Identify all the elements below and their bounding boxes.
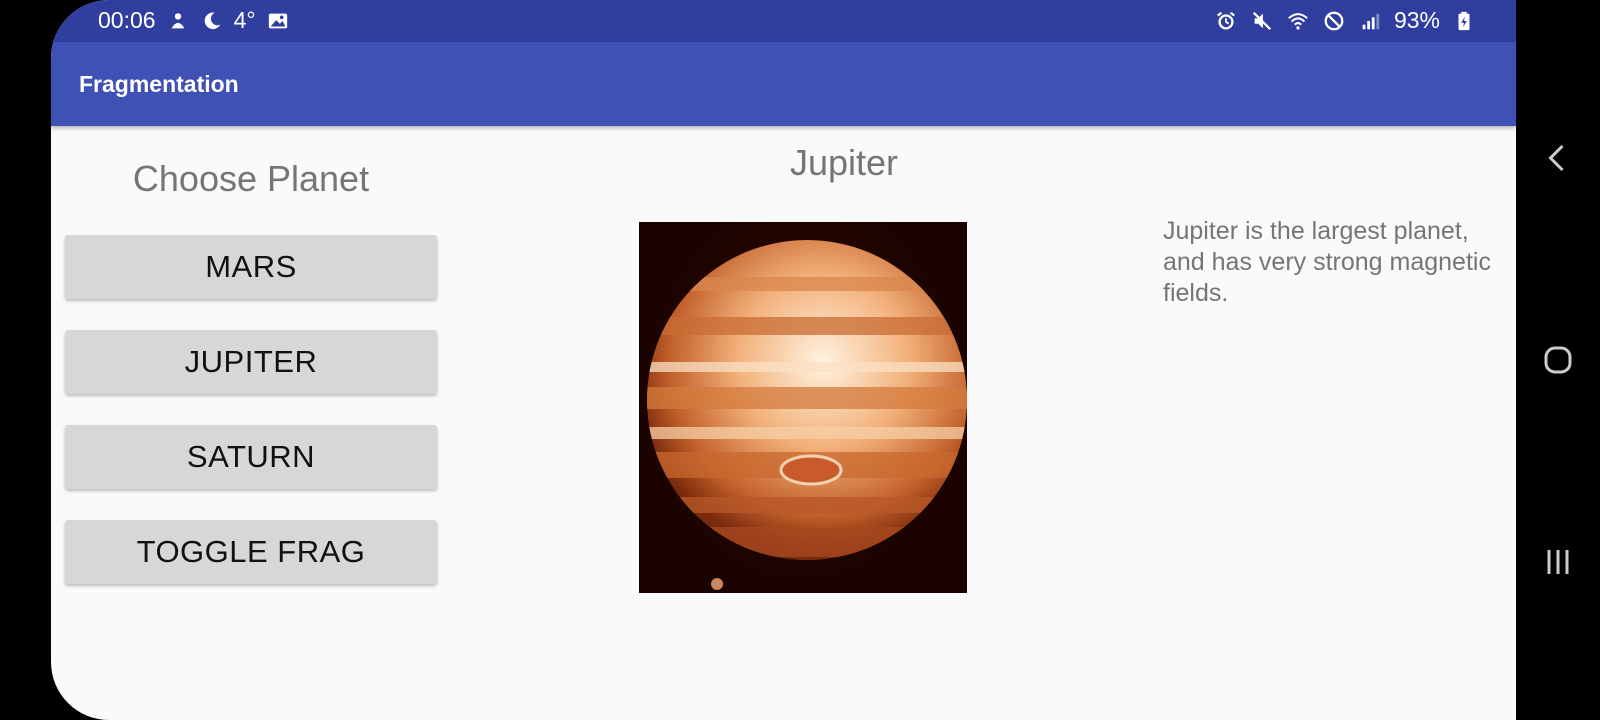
- app-bar: Fragmentation: [51, 42, 1516, 126]
- battery-percent: 93%: [1393, 7, 1440, 33]
- back-icon[interactable]: [1536, 136, 1580, 180]
- planet-image: [639, 222, 967, 593]
- battery-icon: [1452, 8, 1476, 34]
- status-temperature: 4°: [233, 7, 256, 33]
- wifi-icon: [1286, 8, 1310, 34]
- saturn-button[interactable]: SATURN: [65, 425, 437, 489]
- signal-icon: [1358, 8, 1382, 34]
- choose-planet-heading: Choose Planet: [132, 158, 370, 199]
- jupiter-button[interactable]: JUPITER: [65, 330, 437, 394]
- recents-icon[interactable]: [1536, 540, 1580, 584]
- status-left: 00:06 4°: [98, 7, 290, 34]
- home-icon[interactable]: [1536, 338, 1580, 382]
- no-sim-icon: [1322, 8, 1346, 34]
- navigation-bar: [1516, 0, 1600, 720]
- device-screen: 00:06 4° 93% Fragmentation Choose Planet…: [51, 0, 1516, 720]
- mute-icon: [1250, 8, 1274, 34]
- status-bar: 00:06 4° 93%: [51, 0, 1516, 42]
- alarm-icon: [1214, 8, 1238, 34]
- image-icon: [266, 8, 290, 34]
- planet-description: Jupiter is the largest planet, and has v…: [1163, 217, 1491, 307]
- app-title: Fragmentation: [79, 71, 239, 97]
- moon-icon: [200, 8, 224, 34]
- planet-list-fragment: Choose Planet MARS JUPITER SATURN TOGGLE…: [51, 126, 451, 720]
- planet-name: Jupiter: [789, 142, 899, 183]
- mars-button[interactable]: MARS: [65, 235, 437, 299]
- toggle-frag-button[interactable]: TOGGLE FRAG: [65, 520, 437, 584]
- status-right: 93%: [1214, 7, 1476, 34]
- notification-icon: [166, 8, 190, 34]
- status-time: 00:06: [98, 7, 156, 33]
